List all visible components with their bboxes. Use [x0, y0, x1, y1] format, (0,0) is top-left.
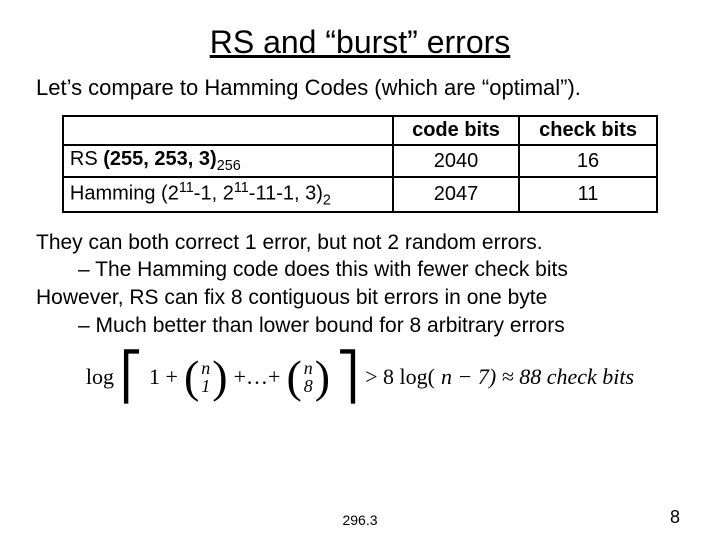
- rs-bold: (255, 253, 3): [103, 148, 216, 170]
- rparen-icon: ): [315, 354, 330, 400]
- binom-1-inner: n 1: [199, 359, 212, 395]
- binom-2-bot: 8: [304, 377, 313, 395]
- table-row: RS (255, 253, 3)256 2040 16: [63, 145, 657, 177]
- lparen-icon: (: [184, 354, 199, 400]
- binom-2-top: n: [304, 359, 313, 377]
- intro-text: Let’s compare to Hamming Codes (which ar…: [36, 75, 684, 101]
- formula-log: log: [86, 364, 114, 390]
- body-line-4: – Much better than lower bound for 8 arb…: [36, 312, 684, 340]
- ham-sup2: 11: [234, 180, 249, 196]
- formula-gt: > 8 log(: [365, 364, 435, 390]
- slide-title: RS and “burst” errors: [36, 24, 684, 61]
- header-code-bits: code bits: [393, 116, 519, 145]
- comparison-table: code bits check bits RS (255, 253, 3)256…: [62, 115, 658, 213]
- ham-p1: Hamming (2: [70, 183, 179, 205]
- ham-sup1: 11: [179, 180, 194, 196]
- binom-1-top: n: [201, 359, 210, 377]
- lparen-icon: ⎡: [120, 354, 143, 400]
- ham-m2: -11-1, 3): [249, 183, 323, 205]
- ham-sub: 2: [323, 193, 331, 209]
- open-bracket: ⎡: [120, 354, 143, 400]
- body-line-2: – The Hamming code does this with fewer …: [36, 256, 684, 284]
- rparen-icon: ): [212, 354, 227, 400]
- rs-code-bits: 2040: [393, 145, 519, 177]
- body-line-1: They can both correct 1 error, but not 2…: [36, 229, 684, 257]
- row-rs-label: RS (255, 253, 3)256: [63, 145, 393, 177]
- header-check-bits: check bits: [519, 116, 657, 145]
- binom-1-bot: 1: [201, 377, 210, 395]
- lparen-icon: (: [286, 354, 301, 400]
- formula-dots: +…+: [234, 364, 281, 390]
- footer-page-number: 8: [670, 507, 680, 528]
- table-row: Hamming (211-1, 211-11-1, 3)2 2047 11: [63, 177, 657, 212]
- formula: log ⎡ 1 + ( n 1 ) +…+ ( n 8 ) ⎤ >: [86, 354, 634, 400]
- rs-prefix: RS: [70, 148, 103, 170]
- rs-check-bits: 16: [519, 145, 657, 177]
- binom-1: ( n 1 ): [184, 354, 228, 400]
- footer-course-number: 296.3: [0, 512, 720, 528]
- slide: RS and “burst” errors Let’s compare to H…: [0, 0, 720, 540]
- formula-1plus: 1 +: [149, 364, 178, 390]
- rparen-icon: ⎤: [336, 354, 359, 400]
- body-text: They can both correct 1 error, but not 2…: [36, 229, 684, 340]
- formula-rhs: n − 7) ≈ 88 check bits: [441, 364, 634, 390]
- binom-2: ( n 8 ): [286, 354, 330, 400]
- close-bracket: ⎤: [336, 354, 359, 400]
- ham-m1: -1, 2: [194, 183, 234, 205]
- header-empty: [63, 116, 393, 145]
- body-line-3: However, RS can fix 8 contiguous bit err…: [36, 284, 684, 312]
- row-hamming-label: Hamming (211-1, 211-11-1, 3)2: [63, 177, 393, 212]
- table-header-row: code bits check bits: [63, 116, 657, 145]
- binom-2-inner: n 8: [302, 359, 315, 395]
- formula-block: log ⎡ 1 + ( n 1 ) +…+ ( n 8 ) ⎤ >: [36, 354, 684, 400]
- ham-check-bits: 11: [519, 177, 657, 212]
- ham-code-bits: 2047: [393, 177, 519, 212]
- rs-sub: 256: [217, 158, 241, 174]
